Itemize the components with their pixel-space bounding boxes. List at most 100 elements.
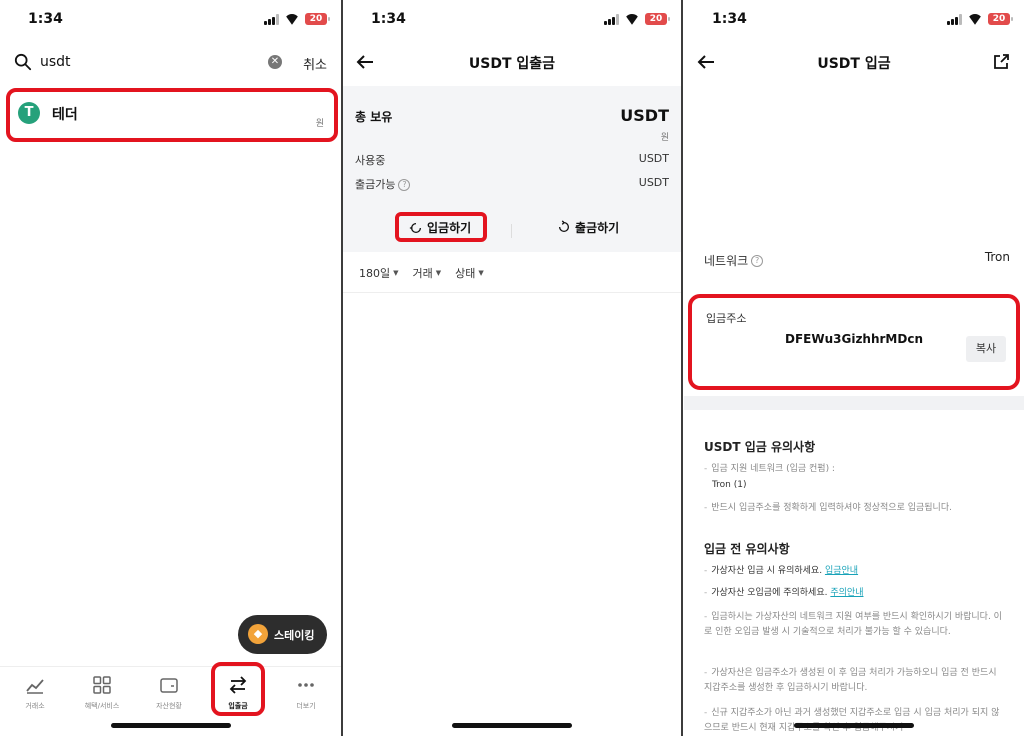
withdrawable-value: USDT [638, 176, 669, 189]
status-icons: 20 [604, 13, 670, 25]
notice-item: - 입금하시는 가상자산의 네트워크 지원 여부를 반드시 확인하시기 바랍니다.… [704, 612, 1002, 637]
search-icon [14, 53, 32, 71]
status-time: 1:34 [371, 11, 406, 27]
status-bar: 1:34 20 [0, 10, 341, 32]
wifi-icon [284, 14, 300, 25]
page-title: USDT 입금 [817, 56, 891, 72]
coin-name: 테더 [52, 107, 78, 123]
page-title: USDT 입출금 [468, 56, 556, 72]
search-screen: 1:34 20 usdt ✕ 취소 T 테더 원 ◆ 스테이킹 거래소 혜택/서… [0, 0, 341, 736]
deposit-guide-link[interactable]: 입금안내 [825, 566, 858, 576]
search-result-tether[interactable]: T 테더 원 [6, 88, 338, 142]
notice-item: - 가상자산은 입금주소가 생성된 이 후 입금 처리가 가능하오니 입금 전 반… [704, 668, 997, 693]
wifi-icon [967, 14, 983, 25]
nav-label: 더보기 [296, 702, 316, 710]
status-bar: 1:34 20 [343, 10, 681, 32]
price-unit: 원 [315, 119, 324, 129]
network-row: 네트워크? Tron [704, 250, 1010, 268]
help-icon[interactable]: ? [398, 179, 411, 191]
battery-icon: 20 [645, 13, 670, 25]
nav-label: 자산현황 [156, 702, 182, 710]
nav-item-assets[interactable]: 자산현황 [139, 675, 199, 711]
clear-search-icon[interactable]: ✕ [268, 55, 282, 69]
highlight-box [211, 662, 265, 716]
wifi-icon [624, 14, 640, 25]
screenshot-composite: 1:34 20 usdt ✕ 취소 T 테더 원 ◆ 스테이킹 거래소 혜택/서… [0, 0, 1024, 736]
filter-type-label: 거래 [412, 267, 433, 280]
caret-down-icon: ▼ [435, 269, 442, 277]
header: USDT 입출금 [343, 50, 681, 76]
pre-deposit-notice-title: 입금 전 유의사항 [704, 542, 790, 556]
filter-type[interactable]: 거래 ▼ [413, 264, 442, 282]
usdt-deposit-withdraw-screen: 1:34 20 USDT 입출금 총 보유 USDT 원 사용중 USDT 출금… [343, 0, 681, 736]
cancel-button[interactable]: 취소 [303, 54, 327, 73]
grid-icon [93, 676, 111, 694]
battery-icon: 20 [988, 13, 1013, 25]
notice-item: - 가상자산 오입금에 주의하세요. 주의안내 [704, 588, 864, 598]
notice-item: Tron (1) [712, 480, 747, 490]
panel-divider [681, 0, 683, 736]
status-time: 1:34 [712, 11, 747, 27]
deposit-label: 입금하기 [427, 221, 472, 235]
header: USDT 입금 [684, 50, 1024, 76]
status-bar: 1:34 20 [684, 10, 1024, 32]
notice-item: - 반드시 입금주소를 정확하게 입력하셔야 정상적으로 입금됩니다. [704, 503, 952, 513]
ethereum-icon: ◆ [248, 624, 268, 644]
section-separator [684, 396, 1024, 410]
more-dots-icon [298, 683, 314, 687]
filter-divider [343, 292, 681, 293]
tether-coin-icon: T [18, 102, 40, 124]
filter-period[interactable]: 180일 ▼ [359, 264, 399, 282]
signal-icon [604, 13, 619, 25]
total-holdings-label: 총 보유 [355, 110, 393, 124]
in-use-label: 사용중 [355, 154, 386, 167]
withdraw-button[interactable]: 출금하기 [555, 212, 645, 242]
total-holdings-value: USDT [620, 106, 669, 125]
notice-text: 가상자산은 입금주소가 생성된 이 후 입금 처리가 가능하오니 입금 전 반드… [704, 668, 997, 693]
deposit-button[interactable]: 입금하기 [395, 212, 487, 242]
network-label: 네트워크 [704, 254, 749, 268]
usdt-deposit-screen: 1:34 20 USDT 입금 네트워크? Tron 입금주소 DFEWu3Gi… [684, 0, 1024, 736]
deposit-address-box: 입금주소 DFEWu3GizhhrMDcn 복사 [688, 294, 1020, 390]
staking-label: 스테이킹 [274, 629, 315, 642]
nav-label: 거래소 [25, 702, 45, 710]
signal-icon [264, 13, 279, 25]
notice-item: - 가상자산 입금 시 유의하세요. 입금안내 [704, 566, 859, 576]
notice-text: 가상자산 오입금에 주의하세요. [711, 588, 828, 598]
staking-button[interactable]: ◆ 스테이킹 [238, 615, 327, 654]
notice-item: - 신규 지갑주소가 아닌 과거 생성했던 지갑주소로 입금 시 입금 처리가 되… [704, 708, 1000, 733]
nav-item-more[interactable]: 더보기 [276, 675, 336, 711]
caret-down-icon: ▼ [393, 269, 399, 277]
wallet-icon [160, 678, 178, 693]
chart-line-icon [26, 679, 44, 694]
caution-guide-link[interactable]: 주의안내 [830, 588, 863, 598]
home-indicator [452, 723, 572, 728]
home-indicator [794, 723, 914, 728]
withdrawable-label: 출금가능 [355, 178, 396, 191]
notice-text: 가상자산 입금 시 유의하세요. [711, 566, 823, 576]
deposit-notice-title: USDT 입금 유의사항 [704, 440, 816, 454]
battery-icon: 20 [305, 13, 330, 25]
withdrawable-row: 출금가능? [355, 176, 411, 192]
filter-period-label: 180일 [359, 267, 391, 280]
search-input[interactable]: usdt [40, 54, 71, 70]
deposit-icon [409, 222, 422, 234]
nav-item-benefits[interactable]: 혜택/서비스 [72, 675, 132, 711]
nav-label: 혜택/서비스 [84, 702, 120, 710]
deposit-address-label: 입금주소 [706, 312, 747, 325]
total-holdings-unit: 원 [660, 133, 669, 143]
filter-status[interactable]: 상태 ▼ [455, 264, 484, 282]
nav-item-exchange[interactable]: 거래소 [5, 675, 65, 711]
notice-text: 입금 지원 네트워크 (입금 컨펌) : [711, 464, 835, 474]
home-indicator [110, 723, 231, 728]
status-icons: 20 [947, 13, 1013, 25]
search-bar: usdt ✕ 취소 [0, 48, 341, 78]
share-external-icon[interactable] [992, 53, 1010, 71]
in-use-value: USDT [638, 152, 669, 165]
withdraw-label: 출금하기 [575, 221, 620, 235]
notice-text: 신규 지갑주소가 아닌 과거 생성했던 지갑주소로 입금 시 입금 처리가 되지… [704, 708, 1000, 733]
withdraw-icon [558, 220, 570, 233]
help-icon[interactable]: ? [751, 254, 764, 267]
copy-button[interactable]: 복사 [966, 336, 1006, 362]
holdings-summary: 총 보유 USDT 원 사용중 USDT 출금가능? USDT 입금하기 출금하… [343, 86, 681, 252]
